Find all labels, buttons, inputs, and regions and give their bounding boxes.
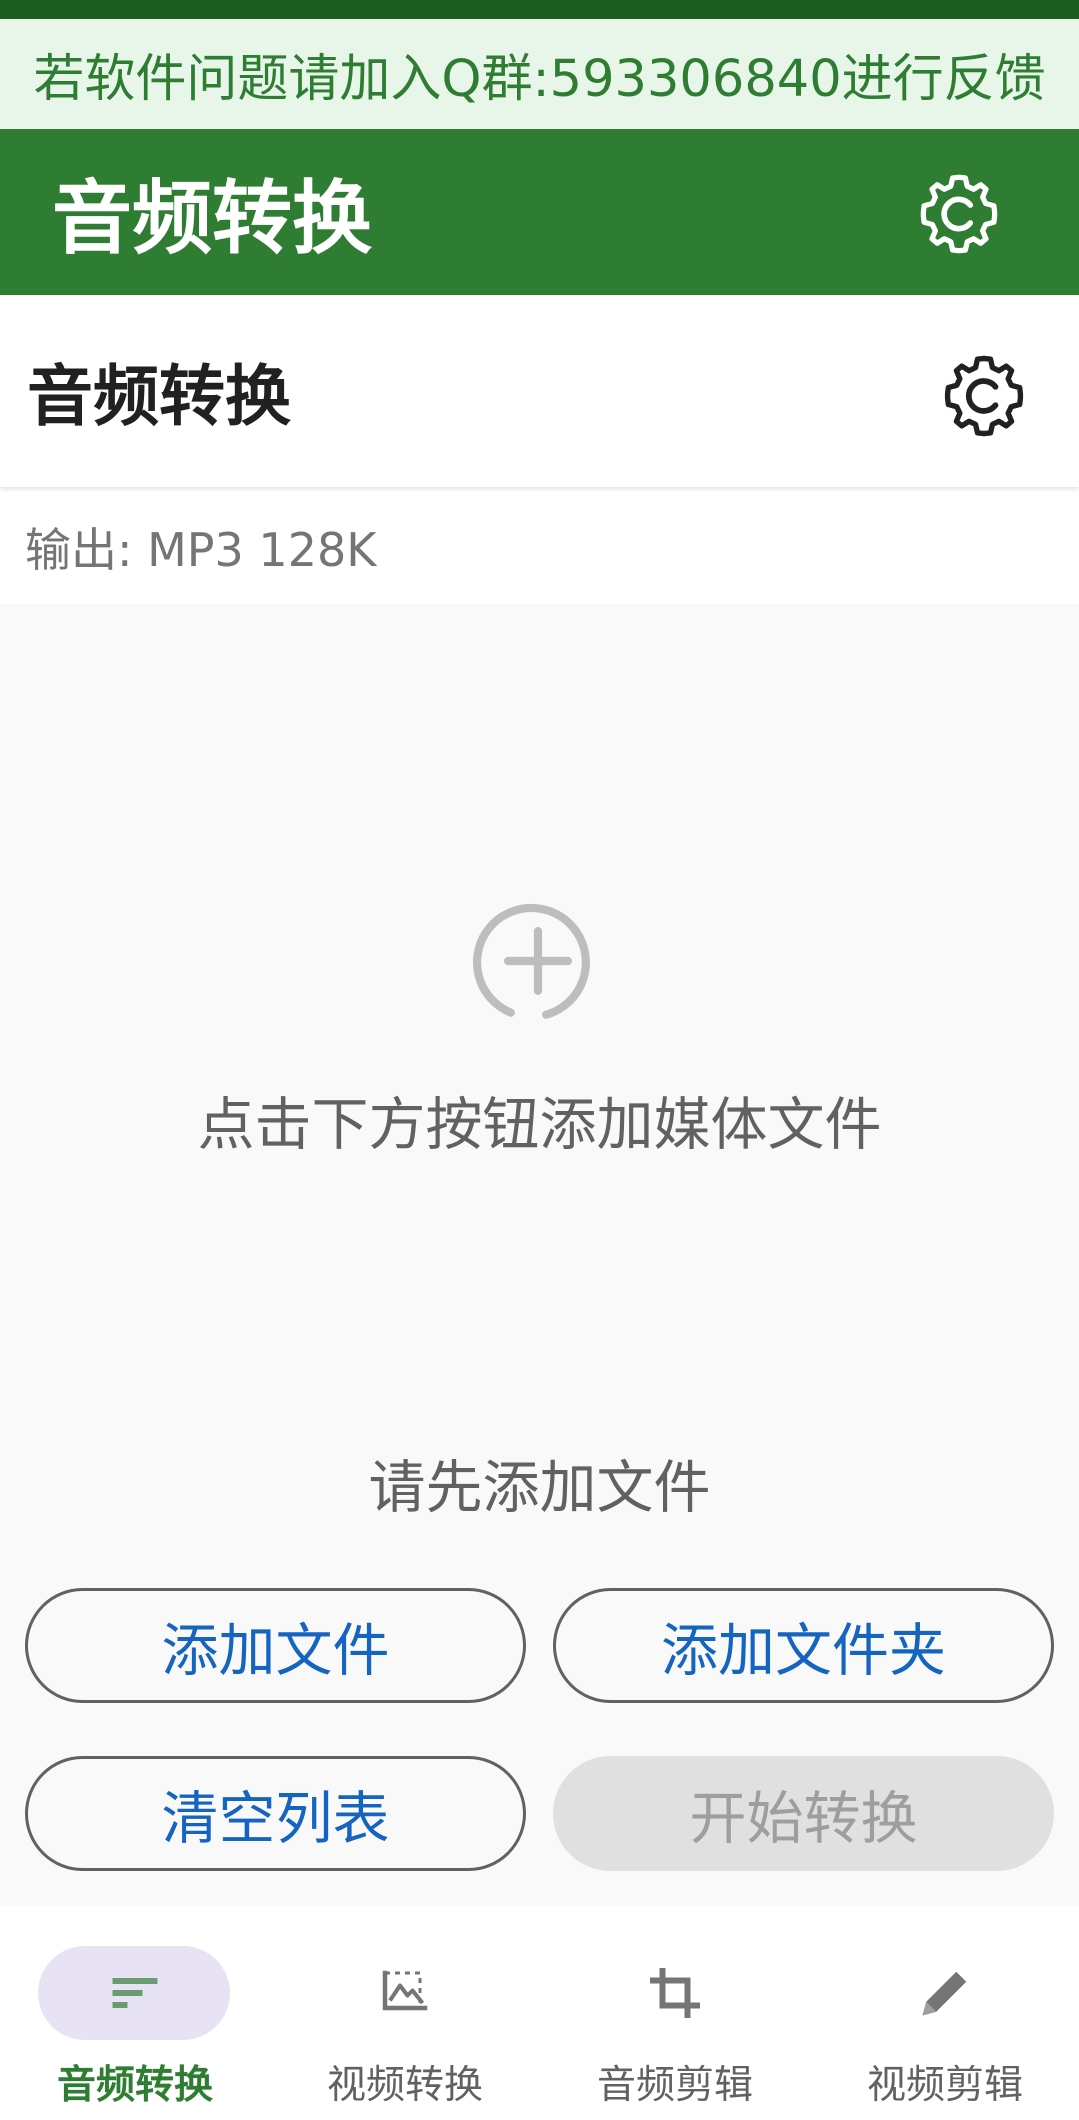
nav-label-video-edit: 视频剪辑 (866, 2063, 1023, 2108)
output-format-label: 输出: MP3 128K (25, 522, 377, 577)
page-title: 音频转换 (27, 358, 291, 435)
image-frame-icon (382, 1970, 428, 2011)
feedback-notice-bar: 若软件问题请加入Q群:593306840进行反馈 (0, 19, 1079, 129)
file-list-area (0, 604, 1079, 1906)
nav-item-audio-convert[interactable]: 音频转换 (0, 1906, 270, 2120)
sub-header: 音频转换 (0, 295, 1079, 487)
clear-list-button[interactable]: 清空列表 (25, 1756, 526, 1871)
empty-state-hint: 点击下方按钮添加媒体文件 (197, 1092, 882, 1158)
app-title: 音频转换 (52, 172, 372, 265)
app-bar: 音频转换 (0, 129, 1079, 295)
nav-label-video-convert: 视频转换 (326, 2063, 483, 2108)
add-circle-icon[interactable] (470, 893, 606, 1029)
settings-gear-icon[interactable] (938, 350, 1030, 442)
crop-icon (650, 1968, 700, 2018)
settings-gear-icon[interactable] (914, 169, 1004, 259)
nav-label-audio-edit: 音频剪辑 (596, 2063, 753, 2108)
add-folder-button[interactable]: 添加文件夹 (553, 1588, 1054, 1703)
status-strip (0, 0, 1079, 19)
nav-item-audio-edit[interactable]: 音频剪辑 (540, 1906, 810, 2120)
output-format-row[interactable]: 输出: MP3 128K (0, 489, 1079, 604)
status-message: 请先添加文件 (368, 1455, 711, 1521)
start-convert-button[interactable]: 开始转换 (553, 1756, 1054, 1871)
bottom-navigation: 音频转换 视频转换 音频剪辑 视频剪辑 (0, 1906, 1079, 2120)
feedback-notice-text: 若软件问题请加入Q群:593306840进行反馈 (33, 50, 1046, 109)
pencil-icon (922, 1971, 967, 2016)
nav-item-video-convert[interactable]: 视频转换 (270, 1906, 540, 2120)
add-file-button[interactable]: 添加文件 (25, 1588, 526, 1703)
audio-sort-icon (112, 1978, 158, 2008)
nav-item-video-edit[interactable]: 视频剪辑 (810, 1906, 1079, 2120)
nav-label-audio-convert: 音频转换 (56, 2063, 213, 2108)
